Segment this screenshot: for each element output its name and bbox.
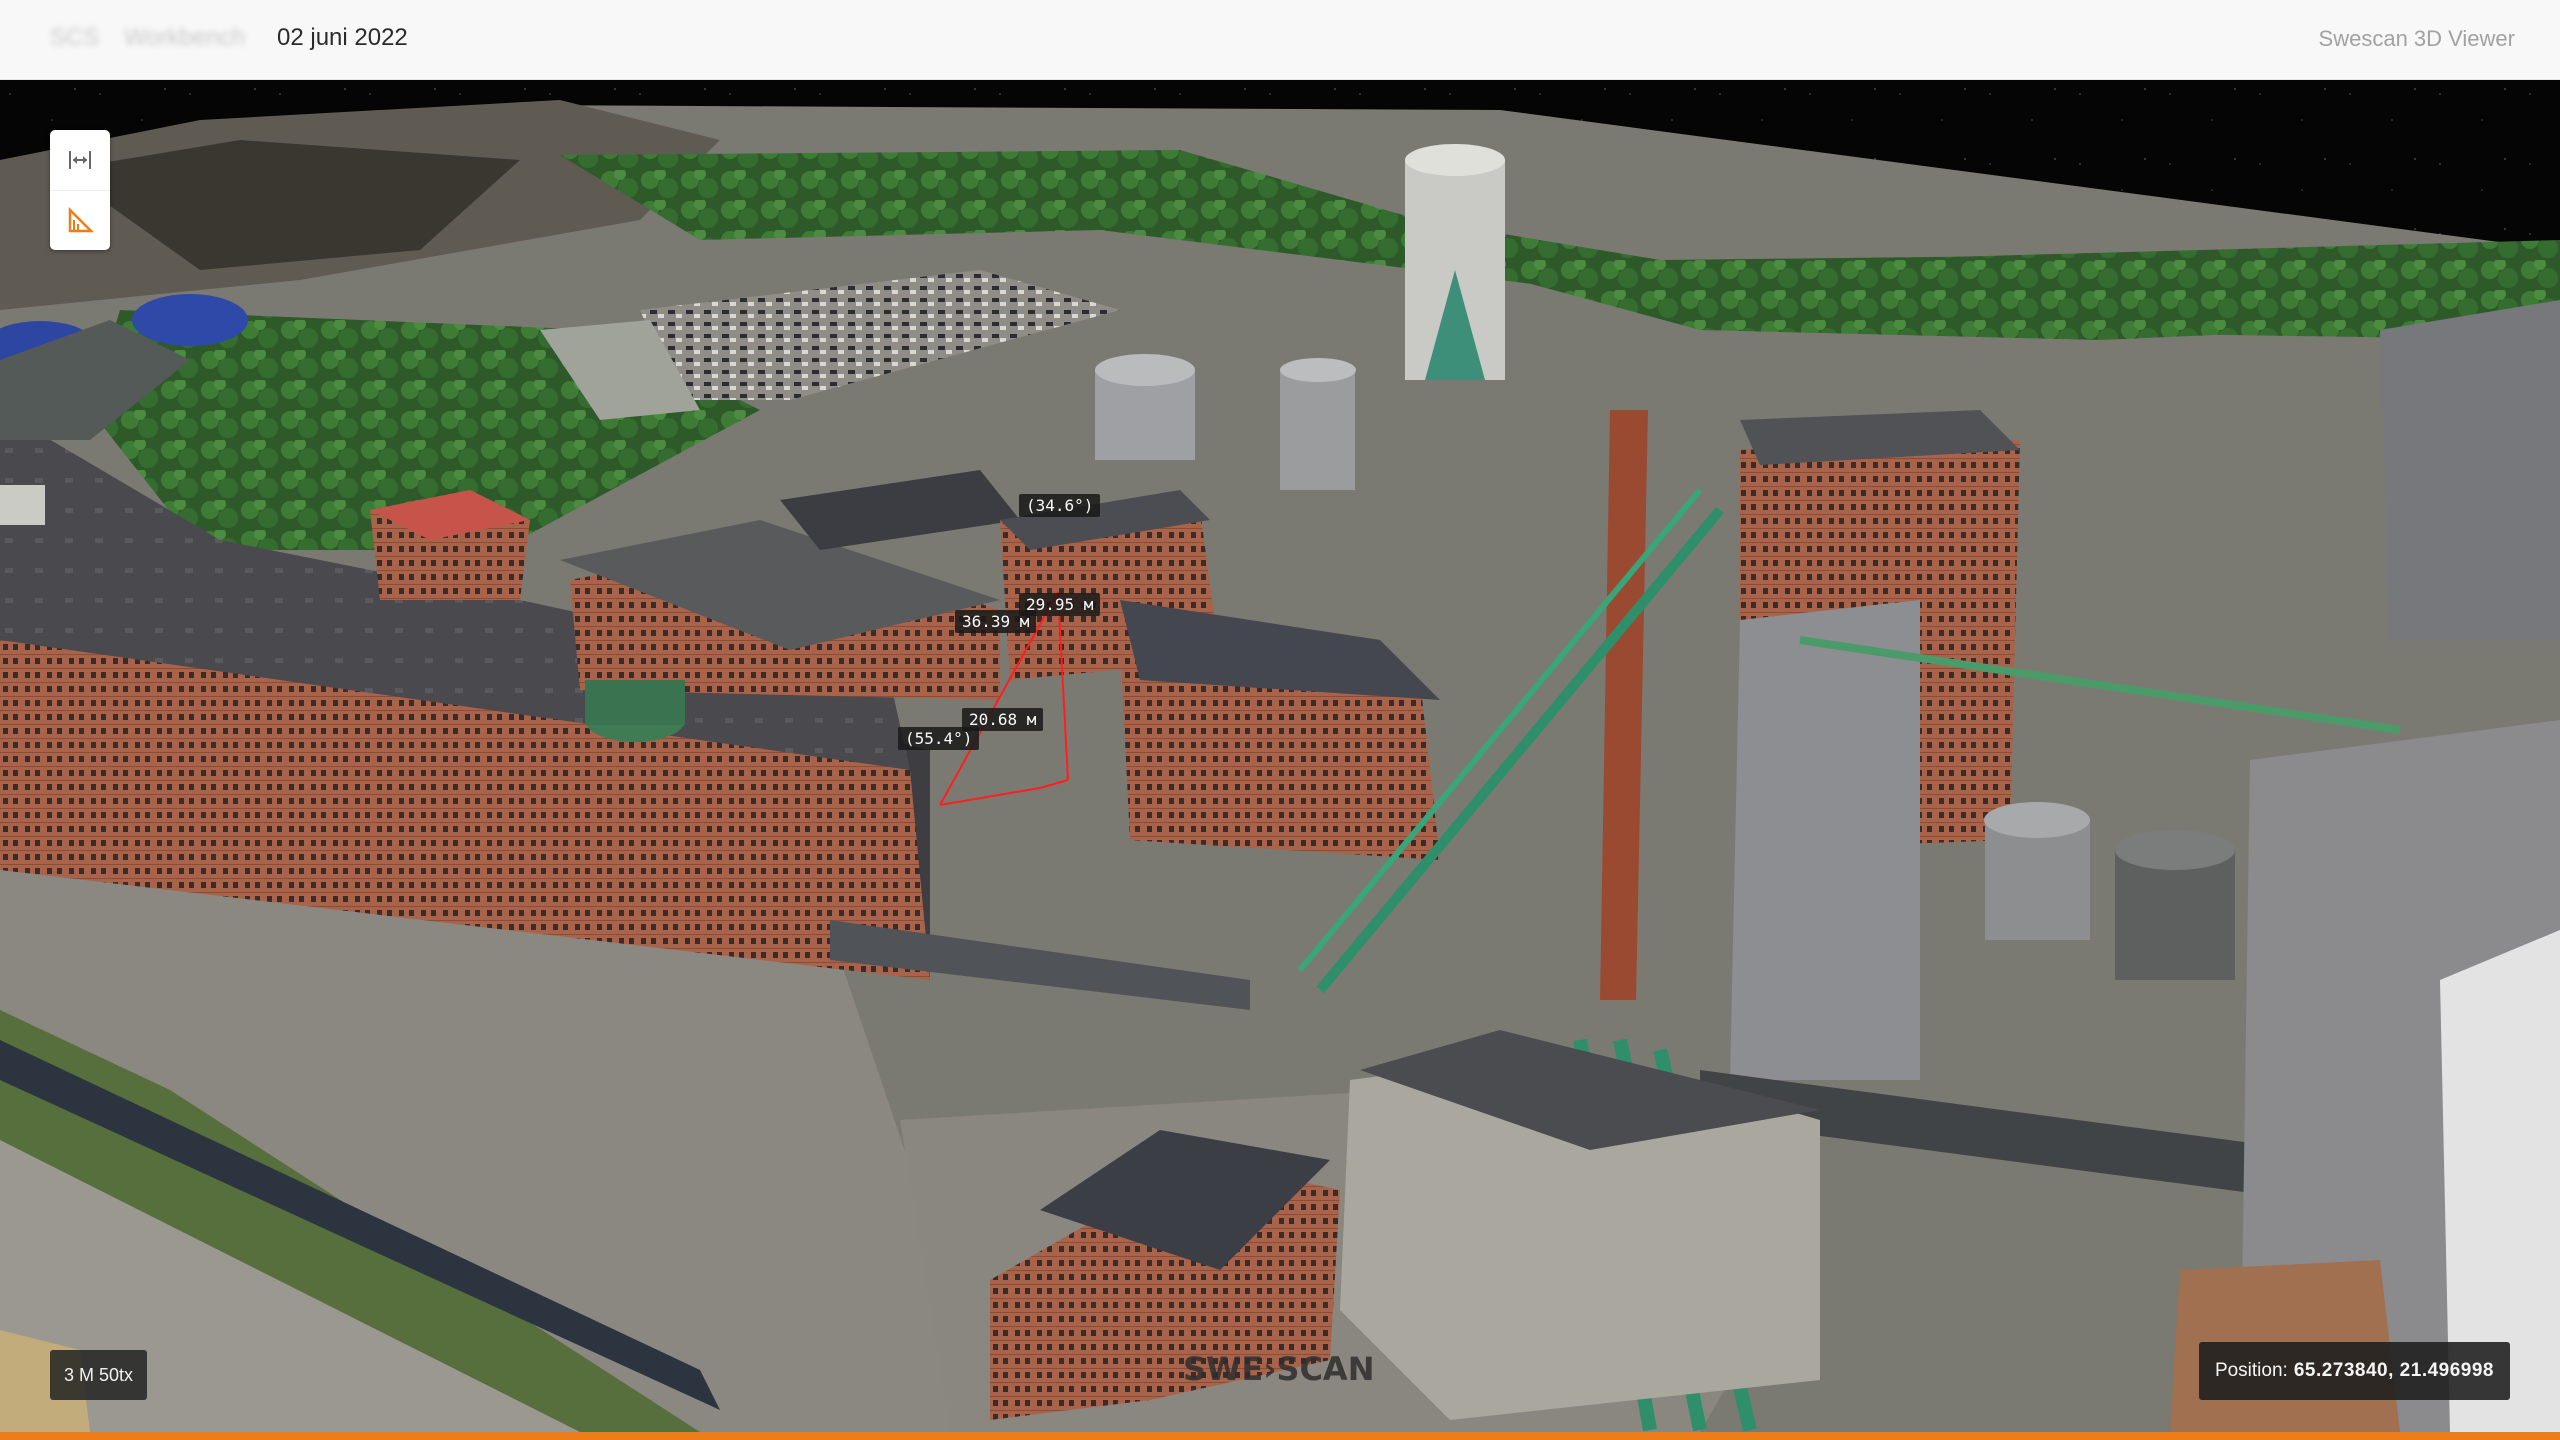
position-readout: Position: 65.273840, 21.496998 [2198,1342,2510,1400]
measurement-angle-label: (34.6°) [1019,494,1101,517]
angle-measure-icon [68,206,95,233]
measure-tool-panel [50,130,110,250]
app-window: SCS Workbench 02 juni 2022 Swescan 3D Vi… [0,0,2560,1440]
distance-measure-icon [69,151,91,169]
point-cloud-scene[interactable] [0,80,2560,1432]
scale-indicator: 3 M 50tx [50,1350,148,1400]
breadcrumb-item[interactable]: Workbench [124,24,245,52]
top-bar: SCS Workbench 02 juni 2022 Swescan 3D Vi… [0,0,2560,80]
measurement-angle-label: (55.4°) [898,727,980,750]
loading-progress-bar [0,1432,2560,1440]
app-title: Swescan 3D Viewer [2318,26,2515,51]
3d-viewport[interactable]: (34.6°) 29.95 м 36.39 м 20.68 м (55.4°) [0,80,2560,1432]
position-label: Position: [2214,1360,2288,1381]
swescan-watermark: SWE›SCAN [1183,1350,1374,1388]
measurement-distance-label: 36.39 м [955,610,1037,633]
breadcrumb-item[interactable]: SCS [50,24,99,52]
watermark-text: SWE›SCAN [1183,1350,1374,1388]
distance-measure-button[interactable] [50,130,110,190]
position-value: 65.273840, 21.496998 [2293,1360,2494,1381]
angle-measure-button[interactable] [50,190,110,251]
loading-progress-fill [0,1432,2560,1440]
scan-date: 02 juni 2022 [277,24,408,51]
